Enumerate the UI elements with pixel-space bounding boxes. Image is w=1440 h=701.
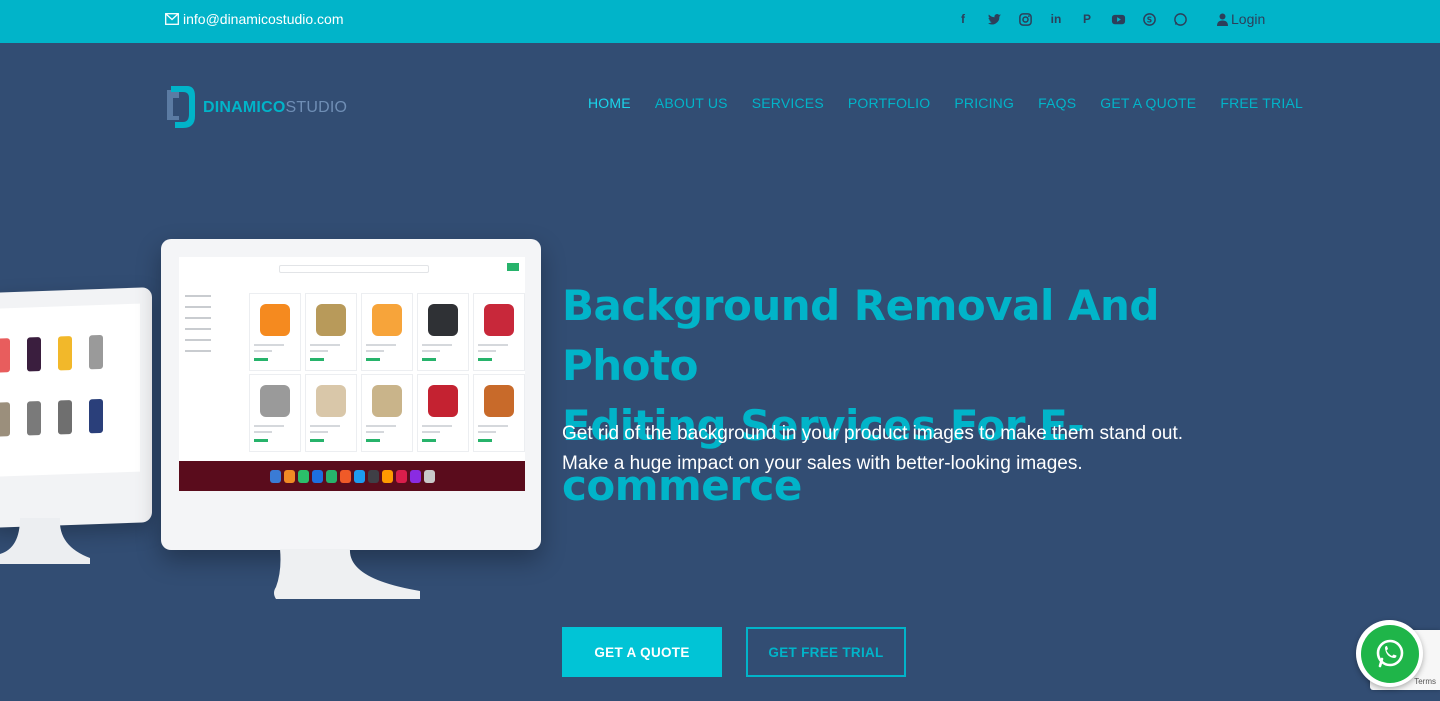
screen-product-card [361,293,413,371]
brand-name-bold: DINAMICO [203,99,286,116]
dock-app-icon [367,469,379,483]
dock-app-icon [297,469,309,483]
hero-headline-line1: Background Removal And Photo [562,281,1159,390]
nav-pricing[interactable]: PRICING [954,95,1014,111]
hero-headline: Background Removal And Photo Editing Ser… [562,276,1302,516]
back-monitor-illustration [0,287,152,528]
back-product-thumb [21,331,49,392]
dock-app-icon [409,469,421,483]
get-a-quote-button[interactable]: GET A QUOTE [562,627,722,677]
back-product-thumb [83,329,111,390]
login-link[interactable]: Login [1217,11,1265,27]
whatsapp-badge [1360,624,1419,683]
back-product-thumb [52,394,80,455]
back-product-thumb [21,395,49,456]
screen-product-card [305,374,357,452]
back-product-thumb [52,330,80,391]
screen-product-card [361,374,413,452]
screen-product-card [249,293,301,371]
back-product-thumb [114,328,140,389]
email-text: info@dinamicostudio.com [183,11,344,27]
pinterest-icon[interactable]: P [1079,11,1095,27]
skype-icon[interactable]: S [1141,11,1157,27]
dock-app-icon [381,469,393,483]
main-nav: HOME ABOUT US SERVICES PORTFOLIO PRICING… [588,95,1303,111]
screen-cart-button [507,263,519,271]
dock-app-icon [283,469,295,483]
social-links: f in P S [955,11,1188,27]
facebook-icon[interactable]: f [955,11,971,27]
screen-product-card [473,374,525,452]
dock-app-icon [353,469,365,483]
hero-subtext: Get rid of the background in your produc… [562,419,1322,479]
whatsapp-icon[interactable] [1172,11,1188,27]
back-product-thumb [114,392,140,453]
dock-app-icon [325,469,337,483]
screen-sidebar [185,295,211,361]
brand-name-light: STUDIO [285,99,348,116]
user-icon [1217,13,1228,26]
envelope-icon [165,13,179,25]
back-product-thumb [0,332,18,393]
screen-product-card [249,374,301,452]
screen-product-card [473,293,525,371]
linkedin-icon[interactable]: in [1048,11,1064,27]
svg-text:S: S [1146,15,1151,24]
email-link[interactable]: info@dinamicostudio.com [165,11,344,27]
back-product-thumb [0,396,18,457]
instagram-icon[interactable] [1017,11,1033,27]
dock-app-icon [423,469,435,483]
front-monitor-screen [179,257,525,491]
back-monitor-stand [0,518,90,564]
nav-get-a-quote[interactable]: GET A QUOTE [1100,95,1196,111]
top-bar: info@dinamicostudio.com f in P S Login [0,0,1440,43]
dock-app-icon [339,469,351,483]
screen-product-card [417,374,469,452]
nav-portfolio[interactable]: PORTFOLIO [848,95,930,111]
recaptcha-terms-link[interactable]: Terms [1414,677,1436,686]
hero-subtext-line2: Make a huge impact on your sales with be… [562,453,1083,474]
screen-product-grid [249,293,525,452]
nav-about-us[interactable]: ABOUT US [655,95,728,111]
screen-dock [179,461,525,491]
screen-product-card [417,293,469,371]
nav-faqs[interactable]: FAQS [1038,95,1076,111]
brand-logo[interactable]: DINAMICOSTUDIO [165,86,347,130]
youtube-icon[interactable] [1110,11,1126,27]
whatsapp-icon [1376,639,1403,667]
back-product-grid [0,328,140,457]
twitter-icon[interactable] [986,11,1002,27]
whatsapp-chat-button[interactable] [1356,620,1423,687]
dock-app-icon [395,469,407,483]
hero-subtext-line1: Get rid of the background in your produc… [562,423,1184,444]
nav-home[interactable]: HOME [588,95,631,111]
get-free-trial-button[interactable]: GET FREE TRIAL [746,627,906,677]
screen-product-card [305,293,357,371]
screen-search-bar [279,265,429,273]
nav-free-trial[interactable]: FREE TRIAL [1220,95,1303,111]
front-monitor-illustration [161,239,541,550]
back-monitor-screen [0,303,140,477]
dock-app-icon [269,469,281,483]
dock-app-icon [311,469,323,483]
front-monitor-stand [274,549,420,599]
brand-name: DINAMICOSTUDIO [203,99,347,117]
back-product-thumb [83,393,111,454]
login-label: Login [1231,11,1266,27]
logo-mark-icon [167,86,195,128]
nav-services[interactable]: SERVICES [752,95,824,111]
